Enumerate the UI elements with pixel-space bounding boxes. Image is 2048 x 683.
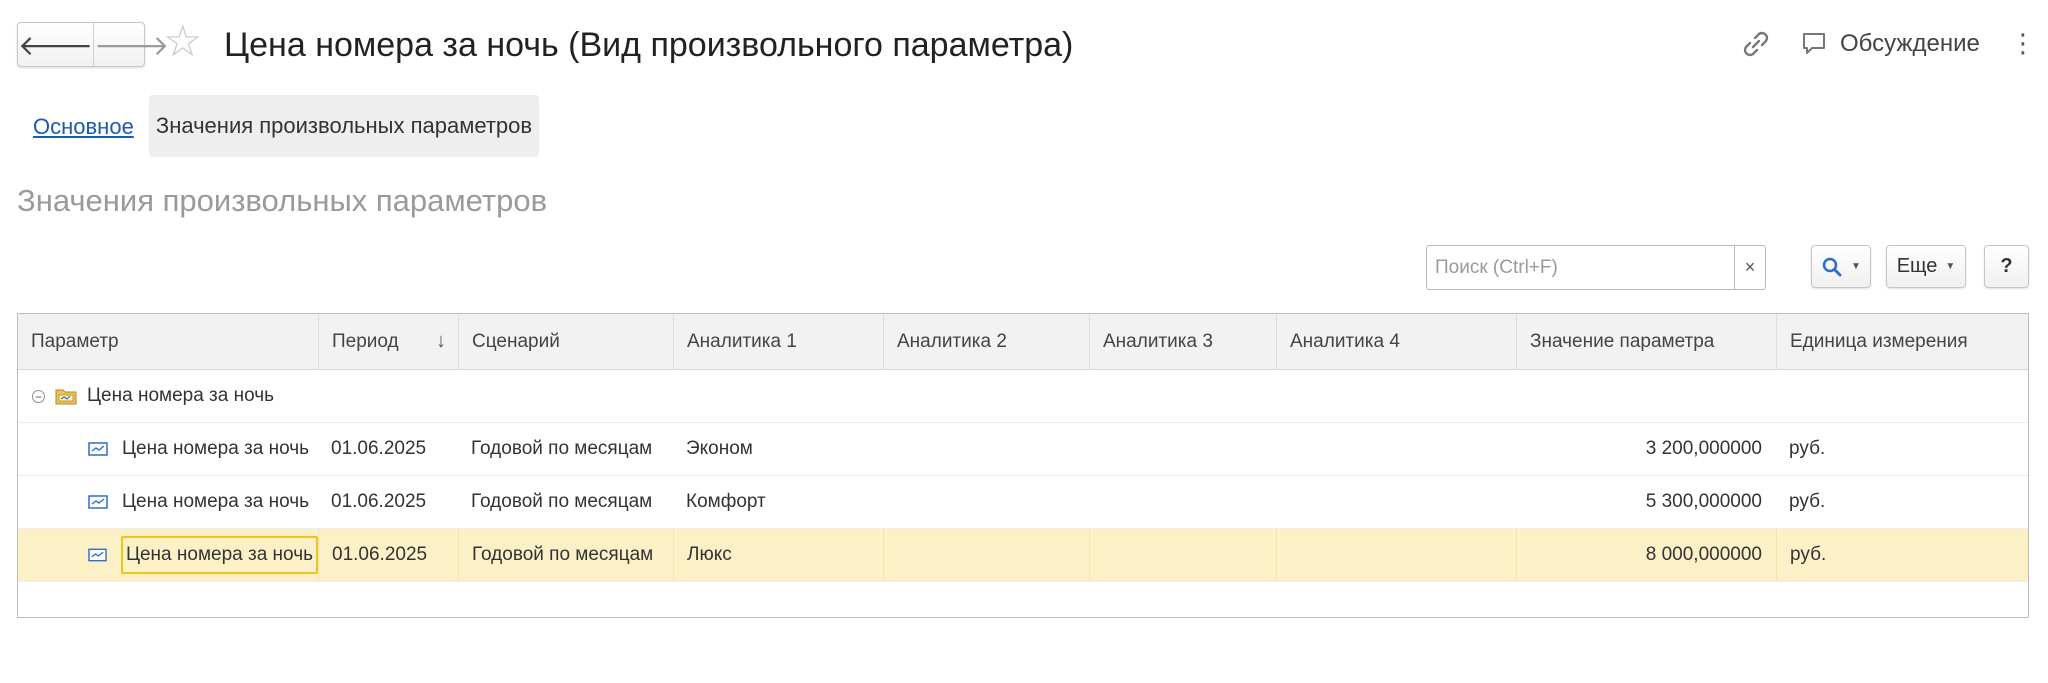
param-cell: Цена номера за ночь <box>75 476 318 528</box>
clear-search-button[interactable]: × <box>1734 246 1765 289</box>
value-cell: 5 300,000000 <box>1645 491 1762 512</box>
param-cell: Цена номера за ночь <box>75 423 318 475</box>
param-name: Цена номера за ночь <box>120 536 318 574</box>
section-title: Значения произвольных параметров <box>17 183 548 218</box>
analytics-3-cell <box>1089 423 1276 475</box>
analytics-1-cell: Люкс <box>673 529 883 581</box>
param-name: Цена номера за ночь <box>122 491 310 512</box>
arrow-left-icon: 🡐 <box>18 29 94 61</box>
forward-button[interactable]: 🡒 <box>93 23 169 66</box>
search-options-button[interactable]: ▼ <box>1811 245 1871 288</box>
column-label: Аналитика 3 <box>1103 330 1213 352</box>
value-cell: 3 200,000000 <box>1645 438 1762 459</box>
sort-down-icon: ↓ <box>436 330 446 352</box>
column-header-analytics-2[interactable]: Аналитика 2 <box>883 314 1089 369</box>
scenario-cell: Годовой по месяцам <box>458 529 673 581</box>
chat-icon <box>1803 33 1825 54</box>
table-row[interactable]: Цена номера за ночь 01.06.2025 Годовой п… <box>18 423 2028 476</box>
close-icon: × <box>1744 257 1756 277</box>
column-header-period[interactable]: Период ↓ <box>318 314 458 369</box>
tab-parameter-values[interactable]: Значения произвольных параметров <box>149 95 539 157</box>
search-box: × <box>1426 245 1766 290</box>
parameter-icon <box>88 495 108 509</box>
column-label: Единица измерения <box>1790 330 1968 352</box>
column-header-analytics-1[interactable]: Аналитика 1 <box>673 314 883 369</box>
parameter-icon <box>88 548 107 562</box>
chevron-down-icon: ▼ <box>1851 261 1861 272</box>
search-icon <box>1822 257 1842 276</box>
column-label: Параметр <box>31 330 119 352</box>
column-label: Период <box>332 330 399 352</box>
table-row-selected[interactable]: Цена номера за ночь 01.06.2025 Годовой п… <box>18 529 2028 582</box>
column-header-analytics-4[interactable]: Аналитика 4 <box>1276 314 1516 369</box>
star-icon[interactable]: ☆ <box>163 20 202 64</box>
analytics-4-cell <box>1276 423 1516 475</box>
period-cell: 01.06.2025 <box>331 491 427 512</box>
period-cell: 01.06.2025 <box>331 438 427 459</box>
help-icon: ? <box>2000 255 2013 277</box>
help-button[interactable]: ? <box>1984 245 2029 288</box>
link-icon[interactable] <box>1738 26 1774 62</box>
value-cell: 8 000,000000 <box>1516 529 1776 581</box>
history-nav: 🡐 🡒 <box>17 22 169 67</box>
column-header-unit[interactable]: Единица измерения <box>1776 314 2028 369</box>
arrow-right-icon: 🡒 <box>94 29 170 61</box>
param-cell: Цена номера за ночь <box>75 529 318 581</box>
column-label: Аналитика 4 <box>1290 330 1400 352</box>
table-row[interactable]: Цена номера за ночь 01.06.2025 Годовой п… <box>18 476 2028 529</box>
unit-cell: руб. <box>1789 438 1826 459</box>
parameter-values-table: Параметр Период ↓ Сценарий Аналитика 1 Ан… <box>17 313 2029 618</box>
unit-cell: руб. <box>1776 529 2028 581</box>
table-group-row[interactable]: − Цена номера за ночь <box>18 370 2028 423</box>
column-header-analytics-3[interactable]: Аналитика 3 <box>1089 314 1276 369</box>
column-label: Аналитика 1 <box>687 330 797 352</box>
analytics-1-cell: Комфорт <box>686 491 766 512</box>
table-header: Параметр Период ↓ Сценарий Аналитика 1 Ан… <box>18 314 2028 370</box>
scenario-cell: Годовой по месяцам <box>471 491 653 512</box>
analytics-4-cell <box>1276 529 1516 581</box>
back-button[interactable]: 🡐 <box>18 23 93 66</box>
analytics-2-cell <box>883 529 1089 581</box>
more-vertical-icon[interactable]: ⋮ <box>2010 30 2036 56</box>
page-title: Цена номера за ночь (Вид произвольного п… <box>224 26 1074 64</box>
analytics-4-cell <box>1276 476 1516 528</box>
column-header-value[interactable]: Значение параметра <box>1516 314 1776 369</box>
column-label: Аналитика 2 <box>897 330 1007 352</box>
period-cell: 01.06.2025 <box>318 529 458 581</box>
column-header-parameter[interactable]: Параметр <box>18 314 318 369</box>
more-actions-label: Еще <box>1896 255 1938 277</box>
analytics-3-cell <box>1089 529 1276 581</box>
folder-icon <box>55 389 77 405</box>
analytics-3-cell <box>1089 476 1276 528</box>
analytics-2-cell <box>883 423 1089 475</box>
discussion-button[interactable]: Обсуждение <box>1800 30 1980 58</box>
column-header-scenario[interactable]: Сценарий <box>458 314 673 369</box>
analytics-1-cell: Эконом <box>686 438 753 459</box>
discussion-label: Обсуждение <box>1840 30 1980 57</box>
group-cell: − Цена номера за ночь <box>18 370 618 422</box>
scenario-cell: Годовой по месяцам <box>471 438 653 459</box>
search-input[interactable] <box>1427 246 1734 289</box>
group-label: Цена номера за ночь <box>87 385 275 406</box>
unit-cell: руб. <box>1789 491 1826 512</box>
analytics-2-cell <box>883 476 1089 528</box>
tab-main[interactable]: Основное <box>33 114 134 140</box>
column-label: Значение параметра <box>1530 330 1715 352</box>
column-label: Сценарий <box>472 330 560 352</box>
parameter-icon <box>88 442 108 456</box>
chevron-down-icon: ▼ <box>1945 261 1956 272</box>
collapse-icon[interactable]: − <box>32 389 45 403</box>
param-name: Цена номера за ночь <box>122 438 310 459</box>
more-actions-button[interactable]: Еще ▼ <box>1886 245 1966 288</box>
